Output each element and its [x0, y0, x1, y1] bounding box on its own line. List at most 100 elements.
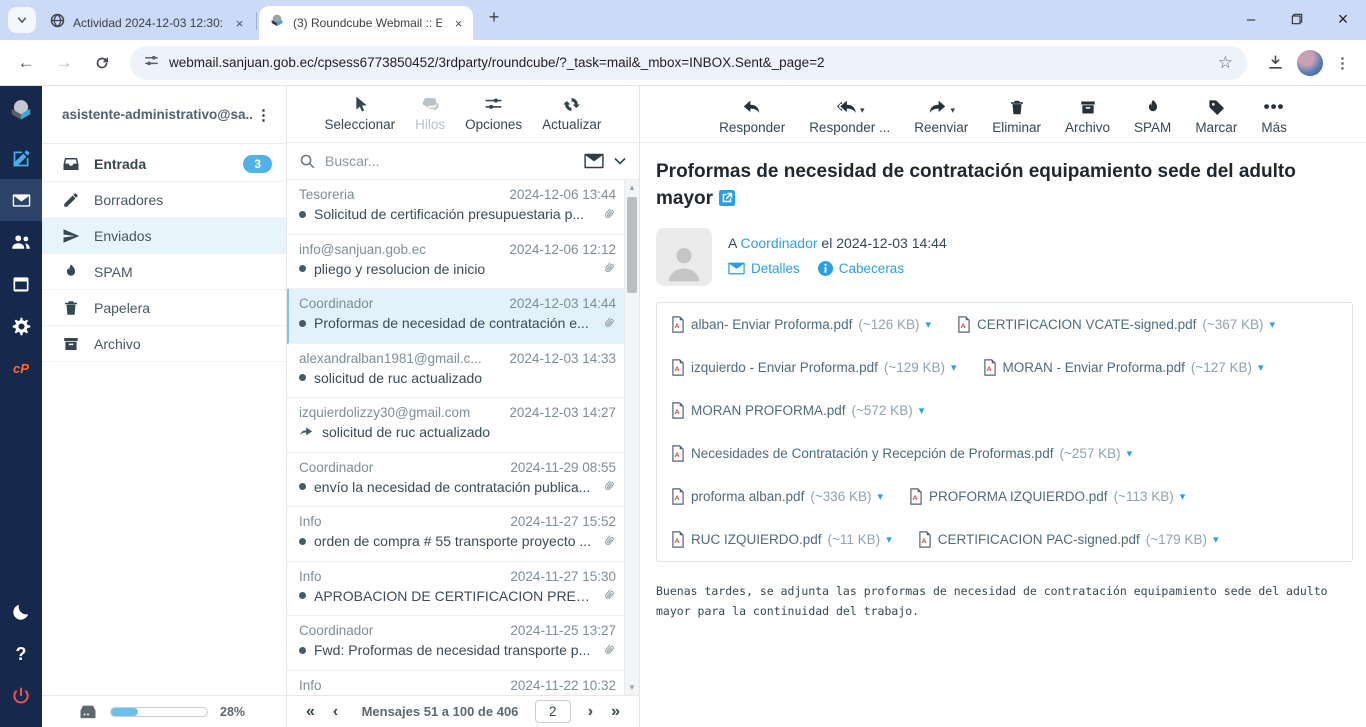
- forward-dropdown-icon[interactable]: ▾: [950, 106, 955, 117]
- folder-sent[interactable]: Enviados: [42, 218, 286, 254]
- attachment-item[interactable]: A RUC IZQUIERDO.pdf (~11 KB) ▾: [671, 531, 892, 548]
- attachment-name[interactable]: RUC IZQUIERDO.pdf: [691, 532, 822, 547]
- attachment-name[interactable]: MORAN PROFORMA.pdf: [691, 403, 846, 418]
- folder-spam[interactable]: SPAM: [42, 254, 286, 290]
- attachment-menu-icon[interactable]: ▾: [878, 490, 884, 503]
- message-row[interactable]: Tesoreria2024-12-06 13:44 Solicitud de c…: [287, 180, 624, 235]
- dark-mode-button[interactable]: [0, 591, 42, 633]
- tab-close-icon[interactable]: ×: [231, 15, 248, 32]
- attachment-item[interactable]: A Necesidades de Contratación y Recepció…: [671, 445, 1132, 462]
- message-row-selected[interactable]: Coordinador2024-12-03 14:44 Proformas de…: [287, 289, 624, 344]
- attachment-menu-icon[interactable]: ▾: [926, 318, 932, 331]
- attachment-menu-icon[interactable]: ▾: [919, 404, 925, 417]
- message-row[interactable]: izquierdolizzy30@gmail.com2024-12-03 14:…: [287, 398, 624, 453]
- open-in-new-window-icon[interactable]: [719, 188, 735, 215]
- folder-archive[interactable]: Archivo: [42, 326, 286, 362]
- attachment-item[interactable]: A MORAN - Enviar Proforma.pdf (~127 KB) …: [983, 359, 1264, 376]
- attachment-menu-icon[interactable]: ▾: [1270, 318, 1276, 331]
- scroll-down-icon[interactable]: ▼: [625, 683, 639, 692]
- folder-inbox[interactable]: Entrada 3: [42, 146, 286, 182]
- attachment-name[interactable]: PROFORMA IZQUIERDO.pdf: [929, 489, 1108, 504]
- folder-drafts[interactable]: Borradores: [42, 182, 286, 218]
- refresh-button[interactable]: Actualizar: [542, 95, 601, 132]
- mark-button[interactable]: Marcar: [1195, 95, 1237, 135]
- first-page-button[interactable]: «: [299, 703, 322, 721]
- site-settings-icon[interactable]: [144, 53, 159, 73]
- window-minimize-button[interactable]: –: [1228, 0, 1274, 38]
- settings-nav-button[interactable]: [0, 305, 42, 347]
- attachment-name[interactable]: alban- Enviar Proforma.pdf: [691, 317, 852, 332]
- folder-trash[interactable]: Papelera: [42, 290, 286, 326]
- next-page-button[interactable]: ›: [581, 703, 600, 721]
- options-button[interactable]: Opciones: [465, 95, 522, 132]
- message-row[interactable]: Info2024-11-27 15:30 APROBACION DE CERTI…: [287, 562, 624, 617]
- forward-button[interactable]: →: [48, 47, 80, 79]
- last-page-button[interactable]: »: [604, 703, 627, 721]
- reply-button[interactable]: Responder: [719, 95, 785, 135]
- forward-button[interactable]: ▾ Reenviar: [914, 95, 968, 135]
- delete-button[interactable]: Eliminar: [992, 95, 1041, 135]
- attachment-item[interactable]: A CERTIFICACION VCATE-signed.pdf (~367 K…: [957, 316, 1275, 333]
- browser-tab-activity[interactable]: Actividad 2024-12-03 12:30:00 ×: [40, 6, 254, 40]
- message-row[interactable]: alexandralban1981@gmail.c...2024-12-03 1…: [287, 344, 624, 399]
- attachment-item[interactable]: A izquierdo - Enviar Proforma.pdf (~129 …: [671, 359, 957, 376]
- attachment-name[interactable]: CERTIFICACION PAC-signed.pdf: [938, 532, 1140, 547]
- scroll-up-icon[interactable]: ▲: [625, 183, 639, 192]
- reply-all-button[interactable]: ▾ Responder ...: [809, 95, 890, 135]
- tab-close-icon[interactable]: ×: [450, 15, 467, 32]
- attachment-menu-icon[interactable]: ▾: [1213, 533, 1219, 546]
- back-button[interactable]: ←: [10, 47, 42, 79]
- message-row[interactable]: Coordinador2024-11-25 13:27 Fwd: Proform…: [287, 616, 624, 671]
- window-restore-button[interactable]: [1274, 0, 1320, 38]
- attachment-menu-icon[interactable]: ▾: [1180, 490, 1186, 503]
- details-toggle[interactable]: Detalles: [728, 261, 800, 276]
- attachment-menu-icon[interactable]: ▾: [886, 533, 892, 546]
- attachment-name[interactable]: Necesidades de Contratación y Recepción …: [691, 446, 1053, 461]
- attachment-item[interactable]: A CERTIFICACION PAC-signed.pdf (~179 KB)…: [918, 531, 1219, 548]
- threads-button[interactable]: Hilos: [415, 95, 445, 132]
- message-row[interactable]: Coordinador2024-11-29 08:55 envío la nec…: [287, 453, 624, 508]
- attachment-item[interactable]: A proforma alban.pdf (~336 KB) ▾: [671, 488, 883, 505]
- url-text[interactable]: webmail.sanjuan.gob.ec/cpsess6773850452/…: [169, 55, 825, 70]
- search-scope-mail-icon[interactable]: [584, 153, 604, 169]
- message-row[interactable]: info@sanjuan.gob.ec2024-12-06 12:12 plie…: [287, 235, 624, 290]
- more-button[interactable]: ••• Más: [1261, 95, 1287, 135]
- search-options-chevron-icon[interactable]: [613, 156, 627, 166]
- select-button[interactable]: Seleccionar: [325, 95, 396, 132]
- account-menu-icon[interactable]: ⋮: [252, 106, 276, 124]
- logout-button[interactable]: [0, 675, 42, 717]
- browser-menu-icon[interactable]: ⋮: [1329, 54, 1356, 72]
- spam-button[interactable]: SPAM: [1134, 95, 1171, 135]
- page-input[interactable]: [535, 700, 571, 723]
- tab-search-button[interactable]: [8, 7, 36, 33]
- contacts-nav-button[interactable]: [0, 221, 42, 263]
- attachment-name[interactable]: CERTIFICACION VCATE-signed.pdf: [977, 317, 1196, 332]
- search-input[interactable]: [325, 153, 575, 169]
- downloads-icon[interactable]: [1259, 47, 1291, 79]
- window-close-button[interactable]: ×: [1320, 0, 1366, 38]
- new-tab-button[interactable]: +: [481, 4, 507, 30]
- message-row[interactable]: Info2024-11-27 15:52 orden de compra # 5…: [287, 507, 624, 562]
- attachment-menu-icon[interactable]: ▾: [1258, 361, 1264, 374]
- prev-page-button[interactable]: ‹: [326, 703, 345, 721]
- list-scrollbar[interactable]: ▲ ▼: [624, 180, 639, 695]
- attachment-name[interactable]: MORAN - Enviar Proforma.pdf: [1003, 360, 1185, 375]
- reload-button[interactable]: [86, 47, 118, 79]
- bookmark-star-icon[interactable]: ☆: [1218, 53, 1233, 73]
- attachment-name[interactable]: proforma alban.pdf: [691, 489, 804, 504]
- attachment-item[interactable]: A MORAN PROFORMA.pdf (~572 KB) ▾: [671, 402, 924, 419]
- recipient-link[interactable]: Coordinador: [740, 235, 817, 251]
- attachment-menu-icon[interactable]: ▾: [1127, 447, 1133, 460]
- scrollbar-thumb[interactable]: [627, 197, 637, 293]
- reply-all-dropdown-icon[interactable]: ▾: [860, 106, 865, 117]
- headers-toggle[interactable]: Cabeceras: [818, 261, 904, 276]
- mail-nav-button[interactable]: [0, 179, 42, 221]
- help-button[interactable]: ?: [0, 633, 42, 675]
- calendar-nav-button[interactable]: [0, 263, 42, 305]
- message-row[interactable]: Info2024-11-22 10:32: [287, 671, 624, 696]
- attachment-item[interactable]: A PROFORMA IZQUIERDO.pdf (~113 KB) ▾: [909, 488, 1185, 505]
- cpanel-nav-button[interactable]: cP: [0, 347, 42, 389]
- attachment-name[interactable]: izquierdo - Enviar Proforma.pdf: [691, 360, 878, 375]
- compose-button[interactable]: [0, 137, 42, 179]
- browser-tab-roundcube[interactable]: (3) Roundcube Webmail :: Envia ×: [259, 6, 473, 40]
